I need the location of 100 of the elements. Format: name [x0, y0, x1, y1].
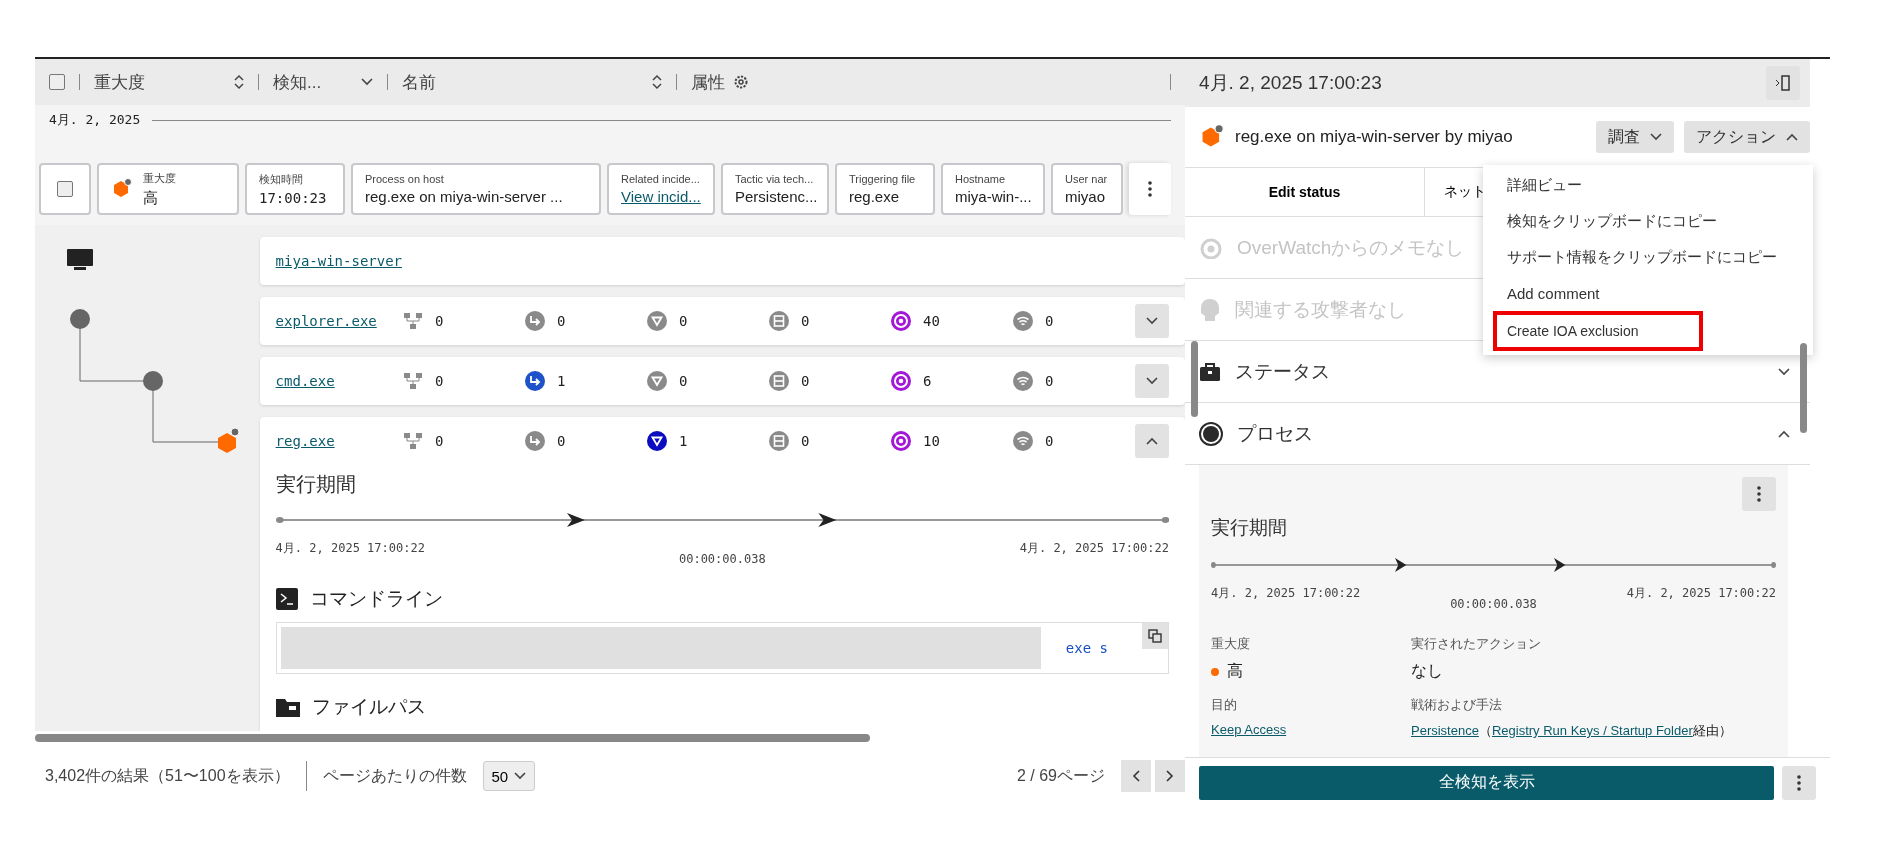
skull-icon	[1199, 297, 1221, 322]
field-label: Related incide...	[621, 173, 701, 185]
next-page-button[interactable]	[1155, 760, 1185, 792]
tactic-link[interactable]: Persistence	[1411, 723, 1479, 738]
show-all-detections-button[interactable]: 全検知を表示	[1199, 765, 1774, 800]
chevron-up-icon	[1778, 429, 1790, 438]
scrollbar[interactable]	[1191, 341, 1198, 417]
chevron-up-icon	[1146, 437, 1158, 445]
action-value: なし	[1411, 661, 1444, 681]
chevron-up-icon	[1786, 133, 1798, 141]
triangle-circle-icon	[647, 431, 667, 451]
severity-dot-icon	[1211, 667, 1219, 676]
field-value: miya-win-...	[955, 188, 1032, 205]
count-text: 1	[679, 433, 688, 449]
menu-item[interactable]: Create IOA exclusion	[1493, 311, 1703, 351]
field-value: reg.exe on miya-win-server ...	[365, 188, 563, 205]
drive-icon	[769, 311, 789, 331]
field-value: miyao	[1065, 188, 1106, 205]
start-time: 4月. 2, 2025 17:00:22	[275, 540, 425, 557]
scrollbar[interactable]	[1800, 343, 1807, 433]
section-title: ファイルパス	[311, 695, 426, 719]
more-icon	[1757, 486, 1761, 502]
count-text: 0	[435, 373, 444, 389]
field-label: 重大度	[143, 170, 176, 186]
section-title: 実行期間	[275, 472, 357, 497]
more-button[interactable]	[1742, 477, 1776, 511]
count-text: 0	[1045, 313, 1054, 329]
date-group-label: 4月. 2, 2025	[49, 111, 141, 129]
collapse-panel-button[interactable]	[1766, 66, 1800, 100]
section-label: OverWatchからのメモなし	[1237, 235, 1465, 260]
column-header[interactable]: 検知...	[273, 70, 322, 94]
per-page-label: ページあたりの件数	[322, 765, 467, 786]
scrollbar[interactable]	[35, 734, 870, 742]
incident-link[interactable]: View incid...	[621, 188, 701, 205]
drive-icon	[769, 371, 789, 391]
per-page-select[interactable]: 50	[482, 761, 536, 791]
count-text: 1	[557, 373, 566, 389]
briefcase-icon	[1199, 361, 1221, 382]
count-text: 0	[435, 433, 444, 449]
expand-button[interactable]	[1135, 364, 1169, 398]
target-icon	[891, 311, 911, 331]
chevron-down-icon	[1778, 367, 1790, 376]
column-header[interactable]: 名前	[402, 70, 436, 94]
investigate-button[interactable]: 調査	[1596, 121, 1674, 153]
menu-item[interactable]: サポート情報をクリップボードにコピー	[1493, 239, 1813, 275]
signal-icon	[1013, 371, 1033, 391]
row-checkbox[interactable]	[57, 181, 73, 197]
count-text: 0	[1045, 373, 1054, 389]
field-value: 17:00:23	[259, 190, 327, 206]
field-label: User nar	[1065, 173, 1108, 185]
host-link[interactable]: miya-win-server	[275, 253, 403, 269]
triangle-circle-icon	[647, 311, 667, 331]
command-text: exe s	[1065, 640, 1108, 656]
column-header[interactable]: 属性	[691, 70, 725, 94]
folder-icon	[275, 697, 300, 717]
sort-icon	[652, 74, 662, 90]
count-text: 0	[557, 433, 566, 449]
objective-link[interactable]: Keep Access	[1211, 722, 1287, 737]
expand-button[interactable]	[1135, 424, 1169, 458]
menu-item[interactable]: Add comment	[1493, 275, 1813, 311]
section-title: 実行期間	[1211, 516, 1288, 540]
field-label: 目的	[1211, 696, 1238, 714]
signal-icon	[1013, 431, 1033, 451]
panel-icon	[1775, 75, 1791, 91]
process-link[interactable]: reg.exe	[275, 433, 335, 449]
arrow-circle-icon	[525, 311, 545, 331]
copy-button[interactable]	[1142, 623, 1168, 649]
triangle-circle-icon	[647, 371, 667, 391]
process-link[interactable]: explorer.exe	[275, 313, 377, 329]
process-circle-icon	[1199, 421, 1223, 446]
field-label: Triggering file	[849, 173, 916, 185]
severity-value: 高	[1227, 661, 1243, 681]
settings-icon[interactable]	[733, 74, 749, 90]
column-header[interactable]: 重大度	[94, 70, 145, 94]
previous-page-button[interactable]	[1121, 760, 1151, 792]
process-link[interactable]: cmd.exe	[275, 373, 335, 389]
field-value: reg.exe	[849, 188, 901, 205]
count-text: 0	[557, 313, 566, 329]
expand-button[interactable]	[1135, 304, 1169, 338]
chevron-down-icon	[514, 772, 527, 780]
more-button[interactable]	[1782, 765, 1816, 800]
count-text: 0	[679, 313, 688, 329]
field-label: 戦術および手法	[1411, 696, 1503, 714]
select-all-checkbox[interactable]	[49, 74, 65, 90]
count-text: 0	[1045, 433, 1054, 449]
section-label: 関連する攻撃者なし	[1235, 297, 1406, 322]
copy-icon	[1148, 629, 1162, 643]
signal-icon	[1013, 311, 1033, 331]
end-time: 4月. 2, 2025 17:00:22	[1019, 540, 1169, 557]
field-label: Hostname	[955, 173, 1007, 185]
arrow-circle-icon	[525, 431, 545, 451]
field-label: 検知時間	[259, 172, 304, 187]
technique-link[interactable]: Registry Run Keys / Startup Folder	[1491, 723, 1693, 738]
hierarchy-icon	[403, 312, 423, 330]
count-text: 0	[801, 313, 810, 329]
field-label: Tactic via tech...	[735, 173, 815, 185]
actions-button[interactable]: アクション	[1684, 121, 1810, 153]
target-icon	[891, 431, 911, 451]
field-value: Persistenc...	[735, 188, 818, 205]
end-time: 4月. 2, 2025 17:00:22	[1626, 585, 1776, 602]
